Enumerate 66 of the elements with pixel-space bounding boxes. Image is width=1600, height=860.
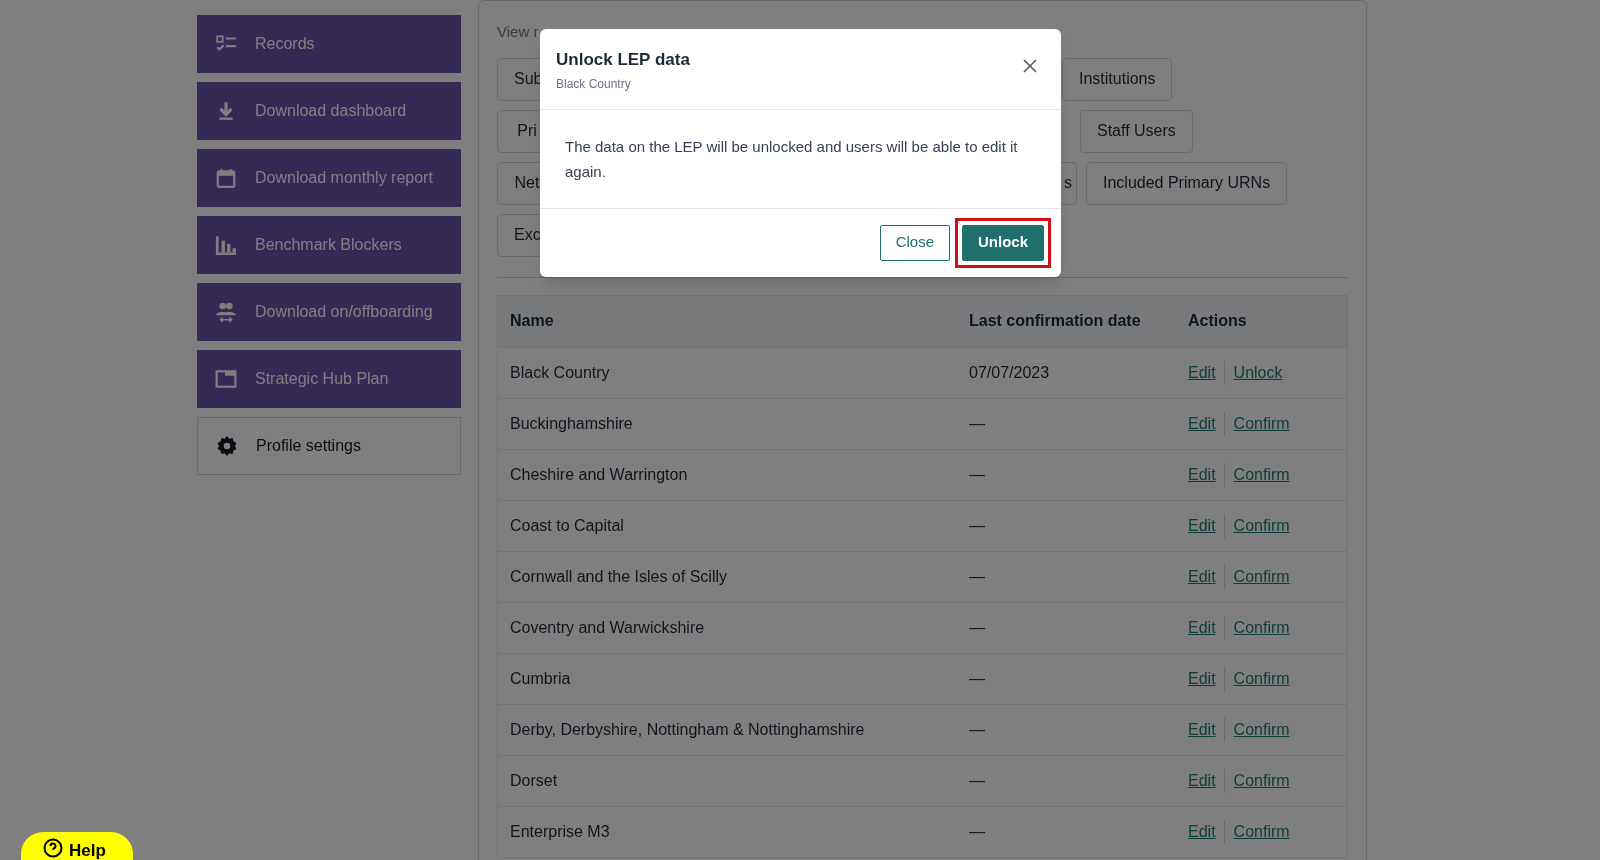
table-cell-text: Dorset — [510, 770, 558, 791]
filter-button[interactable]: Staff Users — [1080, 109, 1193, 153]
action-link[interactable]: Edit — [1188, 768, 1216, 793]
table-cell-text: Cumbria — [510, 668, 571, 689]
action-link[interactable]: Confirm — [1223, 513, 1290, 538]
action-link[interactable]: Confirm — [1223, 411, 1290, 436]
table-cell-text: — — [969, 617, 985, 638]
sidebar-item[interactable]: Download on/offboarding — [197, 283, 461, 341]
table-cell-text: Coast to Capital — [510, 515, 624, 536]
table-cell-text: Cornwall and the Isles of Scilly — [510, 566, 727, 587]
action-link[interactable]: Edit — [1188, 513, 1216, 538]
action-link[interactable]: Confirm — [1223, 768, 1290, 793]
close-button[interactable]: Close — [879, 224, 950, 261]
people-icon — [215, 301, 237, 323]
table-cell-text: Buckinghamshire — [510, 413, 633, 434]
column-header: Actions — [1188, 311, 1247, 331]
table-cell-text: — — [969, 668, 985, 689]
sidebar-item[interactable]: Strategic Hub Plan — [197, 350, 461, 408]
dialog-message: The data on the LEP will be unlocked and users will be able to edit it again. — [540, 109, 1061, 209]
sidebar-item[interactable]: Benchmark Blockers — [197, 216, 461, 274]
table-cell-text: Black Country — [510, 362, 610, 383]
calendar-icon — [215, 167, 237, 189]
table-cell-text: — — [969, 515, 985, 536]
table-cell-text: 07/07/2023 — [969, 362, 1050, 383]
table-cell-text: Coventry and Warwickshire — [510, 617, 705, 638]
action-link[interactable]: Edit — [1188, 666, 1216, 691]
action-link[interactable]: Edit — [1188, 360, 1216, 385]
action-link[interactable]: Unlock — [1223, 360, 1283, 385]
action-link[interactable]: Edit — [1188, 411, 1216, 436]
table-cell-text: — — [969, 464, 985, 485]
sidebar-item[interactable]: Download dashboard — [197, 82, 461, 140]
help-button[interactable]: Help — [21, 832, 133, 860]
action-link[interactable]: Confirm — [1223, 564, 1290, 589]
table-cell-text: Derby, Derbyshire, Nottingham & Nottinghamshire — [510, 719, 865, 740]
table-cell-text: — — [969, 821, 985, 842]
action-link[interactable]: Edit — [1188, 819, 1216, 844]
action-link[interactable]: Edit — [1188, 615, 1216, 640]
sidebar-item[interactable]: Download monthly report — [197, 149, 461, 207]
filter-button[interactable]: Included Primary URNs — [1086, 161, 1288, 205]
dialog-subtitle: Black Country — [556, 75, 632, 93]
table-cell-text: — — [969, 413, 985, 434]
window-icon — [215, 368, 237, 390]
action-link[interactable]: Confirm — [1223, 615, 1290, 640]
filter-button[interactable]: Institutions — [1062, 57, 1173, 101]
action-link[interactable]: Confirm — [1223, 666, 1290, 691]
filter-label: View r — [497, 22, 539, 42]
table-cell-text: — — [969, 719, 985, 740]
dialog-title: Unlock LEP data — [556, 49, 690, 71]
action-link[interactable]: Edit — [1188, 717, 1216, 742]
help-icon — [43, 838, 63, 858]
table-cell-text: Cheshire and Warrington — [510, 464, 688, 485]
table-cell-text: — — [969, 770, 985, 791]
action-link[interactable]: Edit — [1188, 564, 1216, 589]
sidebar-item[interactable]: Records — [197, 15, 461, 73]
unlock-button[interactable]: Unlock — [962, 224, 1044, 261]
settings-icon — [216, 435, 238, 457]
close-icon[interactable] — [1023, 59, 1037, 73]
action-link[interactable]: Confirm — [1223, 819, 1290, 844]
action-link[interactable]: Confirm — [1223, 717, 1290, 742]
table-cell-text: Enterprise M3 — [510, 821, 610, 842]
action-link[interactable]: Edit — [1188, 462, 1216, 487]
action-link[interactable]: Confirm — [1223, 462, 1290, 487]
bar-chart-icon — [215, 234, 237, 256]
column-header: Name — [510, 311, 554, 331]
table-cell-text: — — [969, 566, 985, 587]
column-header: Last confirmation date — [969, 311, 1141, 331]
